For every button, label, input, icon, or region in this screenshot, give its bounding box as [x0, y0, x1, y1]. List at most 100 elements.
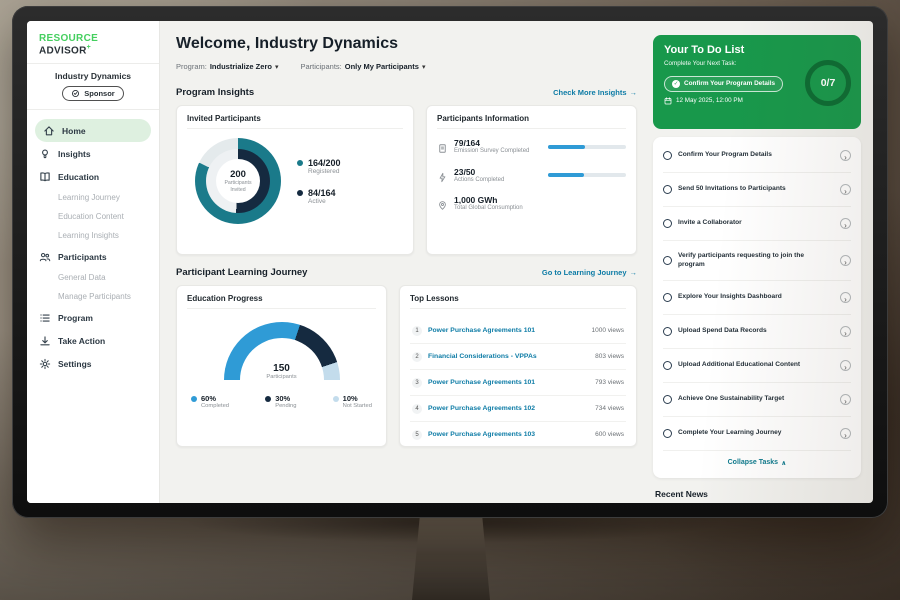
sidebar-item-settings[interactable]: Settings: [27, 352, 159, 375]
sidebar-item-learning-journey[interactable]: Learning Journey: [27, 188, 159, 207]
sidebar-item-label: Education: [58, 172, 99, 182]
monitor-bezel: RESOURCE ADVISOR+ Industry Dynamics Spon…: [12, 6, 888, 518]
actions-progress-bar: [548, 173, 626, 177]
task-item[interactable]: Achieve One Sustainability Target: [663, 383, 851, 417]
task-checkbox[interactable]: [663, 219, 672, 228]
task-item[interactable]: Verify participants requesting to join t…: [663, 241, 851, 281]
donut-center-label: Participants Invited: [221, 180, 255, 193]
sidebar-item-participants[interactable]: Participants: [27, 245, 159, 268]
next-task-time: 12 May 2025, 12:00 PM: [664, 97, 799, 105]
stat-value: 1,000 GWh: [454, 195, 542, 205]
lesson-title-link[interactable]: Power Purchase Agreements 103: [428, 431, 589, 438]
education-progress-card: Education Progress 150 Participants: [176, 285, 387, 447]
logo-plus: +: [87, 44, 91, 51]
lesson-views: 803 views: [595, 353, 624, 360]
app-logo: RESOURCE ADVISOR+: [27, 31, 159, 63]
check-more-insights-link[interactable]: Check More Insights: [553, 88, 637, 97]
go-to-learning-journey-link[interactable]: Go to Learning Journey: [542, 268, 637, 277]
legend-item-not-started: 10% Not Started: [333, 394, 372, 409]
task-checkbox[interactable]: [663, 327, 672, 336]
chevron-right-icon[interactable]: [840, 292, 851, 303]
sidebar-item-label: Learning Journey: [58, 193, 120, 202]
invited-donut-chart: 200 Participants Invited: [195, 138, 281, 224]
task-item[interactable]: Confirm Your Program Details: [663, 139, 851, 173]
task-label: Explore Your Insights Dashboard: [678, 293, 834, 302]
participants-filter-label: Participants:: [300, 62, 341, 71]
donut-legend: 164/200 Registered 84/164 Active: [297, 158, 341, 205]
lesson-rank: 3: [412, 378, 422, 388]
chevron-right-icon[interactable]: [840, 255, 851, 266]
chevron-right-icon[interactable]: [840, 150, 851, 161]
sidebar-item-label: Learning Insights: [58, 231, 119, 240]
stat-label: Actions Completed: [454, 177, 542, 185]
task-checkbox[interactable]: [663, 361, 672, 370]
stat-global-consumption: 1,000 GWh Total Global Consumption: [437, 195, 626, 213]
task-item[interactable]: Explore Your Insights Dashboard: [663, 281, 851, 315]
lesson-title-link[interactable]: Power Purchase Agreements 102: [428, 405, 589, 412]
lesson-row: 3 Power Purchase Agreements 101 793 view…: [410, 370, 626, 396]
sponsor-label: Sponsor: [84, 89, 114, 98]
next-task-pill[interactable]: Confirm Your Program Details: [664, 76, 783, 92]
sidebar-item-education-content[interactable]: Education Content: [27, 207, 159, 226]
task-item[interactable]: Upload Additional Educational Content: [663, 349, 851, 383]
sidebar-item-general-data[interactable]: General Data: [27, 268, 159, 287]
task-checkbox[interactable]: [663, 429, 672, 438]
chevron-right-icon[interactable]: [840, 218, 851, 229]
lesson-views: 1000 views: [591, 327, 624, 334]
todo-task-list: Confirm Your Program Details Send 50 Inv…: [653, 137, 861, 478]
lesson-rank: 4: [412, 404, 422, 414]
task-item[interactable]: Complete Your Learning Journey: [663, 417, 851, 451]
collapse-tasks-link[interactable]: Collapse Tasks: [663, 451, 851, 476]
participants-filter-dropdown[interactable]: Participants: Only My Participants: [300, 62, 425, 71]
task-checkbox[interactable]: [663, 395, 672, 404]
participants-filter-value: Only My Participants: [345, 62, 419, 71]
program-filter-dropdown[interactable]: Program: Industrialize Zero: [176, 62, 278, 71]
lesson-rank: 2: [412, 352, 422, 362]
logo-secondary: ADVISOR: [39, 45, 87, 56]
program-filter-label: Program:: [176, 62, 207, 71]
sidebar-item-label: Manage Participants: [58, 292, 131, 301]
sidebar-item-manage-participants[interactable]: Manage Participants: [27, 287, 159, 306]
filter-bar: Program: Industrialize Zero Participants…: [176, 62, 637, 71]
sidebar-item-home[interactable]: Home: [35, 119, 151, 142]
task-item[interactable]: Upload Spend Data Records: [663, 315, 851, 349]
recent-news-title: Recent News: [655, 489, 859, 499]
next-task-time-label: 12 May 2025, 12:00 PM: [676, 97, 743, 104]
chevron-right-icon[interactable]: [840, 428, 851, 439]
task-item[interactable]: Send 50 Invitations to Participants: [663, 173, 851, 207]
chevron-right-icon[interactable]: [840, 326, 851, 337]
sidebar-item-insights[interactable]: Insights: [27, 142, 159, 165]
sidebar-item-take-action[interactable]: Take Action: [27, 329, 159, 352]
donut-inner-ring: 200 Participants Invited: [206, 149, 270, 213]
task-label: Upload Additional Educational Content: [678, 361, 834, 370]
chevron-right-icon[interactable]: [840, 184, 851, 195]
org-name: Industry Dynamics: [27, 71, 159, 81]
sponsor-badge[interactable]: Sponsor: [62, 86, 123, 101]
sidebar-item-program[interactable]: Program: [27, 306, 159, 329]
lesson-title-link[interactable]: Financial Considerations - VPPAs: [428, 353, 589, 360]
task-checkbox[interactable]: [663, 185, 672, 194]
calendar-icon: [664, 97, 672, 105]
link-label: Go to Learning Journey: [542, 268, 627, 277]
task-label: Achieve One Sustainability Target: [678, 395, 834, 404]
survey-progress-bar: [548, 145, 626, 149]
sidebar-item-education[interactable]: Education: [27, 165, 159, 188]
journey-cards-row: Education Progress 150 Participants: [176, 285, 637, 447]
legend-item-registered: 164/200 Registered: [297, 158, 341, 175]
task-checkbox[interactable]: [663, 151, 672, 160]
legend-dot-navy: [265, 396, 271, 402]
task-checkbox[interactable]: [663, 256, 672, 265]
task-label: Complete Your Learning Journey: [678, 429, 834, 438]
sidebar-item-label: Program: [58, 313, 93, 323]
legend-value: 164/200: [308, 158, 341, 168]
survey-clipboard-icon: [437, 141, 448, 152]
chevron-right-icon[interactable]: [840, 360, 851, 371]
lesson-title-link[interactable]: Power Purchase Agreements 101: [428, 327, 585, 334]
chevron-down-icon: [422, 62, 426, 71]
lesson-title-link[interactable]: Power Purchase Agreements 101: [428, 379, 589, 386]
sidebar-item-learning-insights[interactable]: Learning Insights: [27, 226, 159, 245]
next-task-label: Confirm Your Program Details: [684, 80, 775, 87]
chevron-right-icon[interactable]: [840, 394, 851, 405]
task-checkbox[interactable]: [663, 293, 672, 302]
task-item[interactable]: Invite a Collaborator: [663, 207, 851, 241]
